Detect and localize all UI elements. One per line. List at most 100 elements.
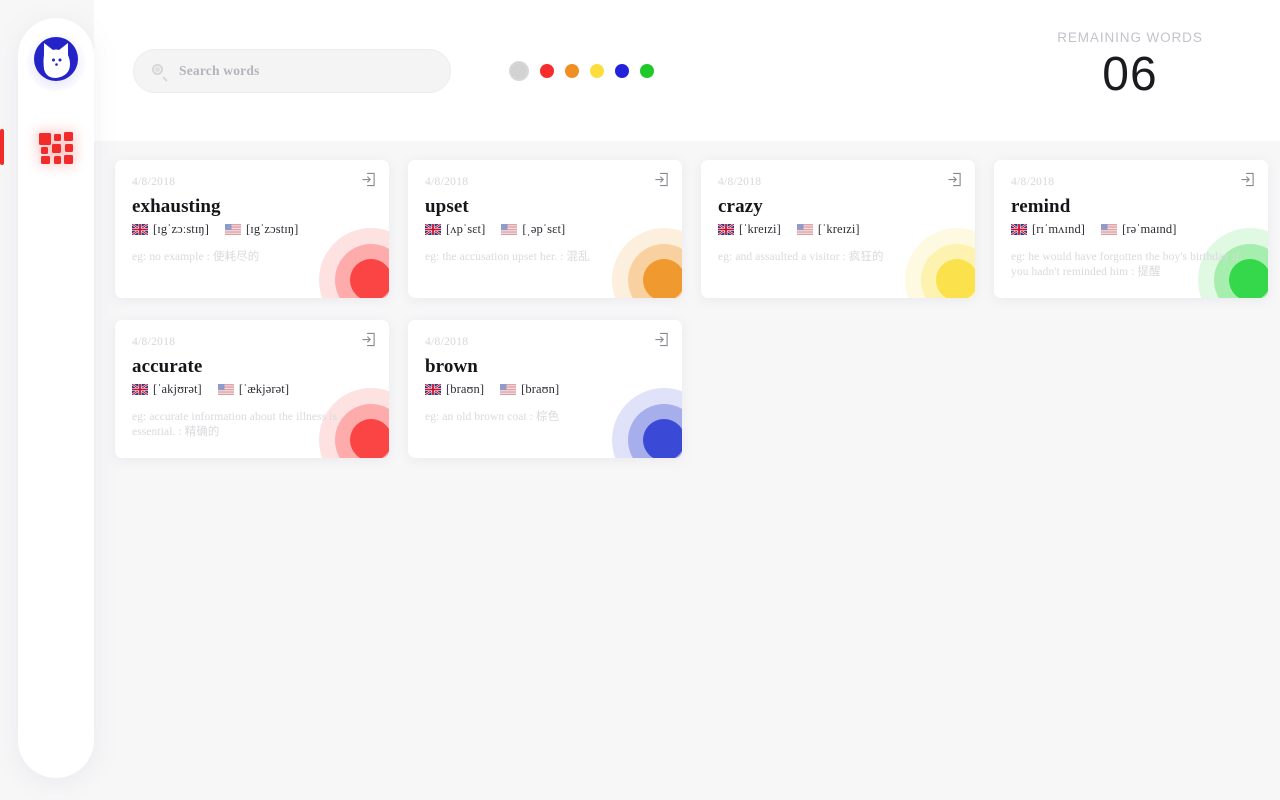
uk-phonetic-text: [ˈkreɪzi]: [739, 222, 781, 236]
us-flag-icon: [217, 384, 234, 395]
uk-flag-icon: [1011, 224, 1027, 235]
enter-arrow-icon[interactable]: [654, 332, 669, 347]
card-phonetics: [ʌpˈsɛt] [ˌəpˈsɛt]: [425, 222, 665, 237]
card-word: brown: [425, 356, 478, 377]
word-card-grid: 4/8/2018 exhausting [ɪgˈzɔːstɪŋ] [ɪgˈzɔstɪŋ…: [115, 160, 1280, 458]
card-phonetics: [rɪˈmʌɪnd] [rəˈmaɪnd]: [1011, 222, 1251, 237]
card-date: 4/8/2018: [425, 336, 469, 348]
uk-phonetic-text: [ɪgˈzɔːstɪŋ]: [153, 222, 209, 236]
color-filter-blue[interactable]: [615, 64, 629, 78]
color-filter-green[interactable]: [640, 64, 654, 78]
us-phonetic-text: [braʊn]: [521, 382, 560, 396]
card-phonetics: [ˈakjʊrət] [ˈækjərət]: [132, 382, 372, 397]
card-date: 4/8/2018: [425, 176, 469, 188]
remaining-words-label: REMAINING WORDS: [1057, 30, 1203, 45]
uk-pronunciation[interactable]: [ˈkreɪzi]: [718, 222, 781, 237]
app-logo[interactable]: [26, 31, 86, 91]
grid-dashboard-icon: [39, 131, 73, 164]
uk-flag-icon: [132, 384, 148, 395]
color-filter-orange[interactable]: [565, 64, 579, 78]
uk-flag-icon: [718, 224, 734, 235]
us-phonetic-text: [ɪgˈzɔstɪŋ]: [245, 222, 299, 236]
card-word: accurate: [132, 356, 203, 377]
header-bar: REMAINING WORDS 06: [94, 0, 1280, 141]
card-phonetics: [ɪgˈzɔːstɪŋ] [ɪgˈzɔstɪŋ]: [132, 222, 372, 237]
remaining-words-block: REMAINING WORDS 06: [1040, 30, 1220, 101]
enter-arrow-icon[interactable]: [361, 332, 376, 347]
uk-phonetic-text: [rɪˈmʌɪnd]: [1032, 222, 1086, 236]
color-filter-group: [509, 61, 654, 81]
card-word: exhausting: [132, 196, 221, 217]
us-phonetic-text: [rəˈmaɪnd]: [1122, 222, 1177, 236]
us-flag-icon: [796, 224, 813, 235]
us-flag-icon: [500, 384, 517, 395]
uk-pronunciation[interactable]: [ɪgˈzɔːstɪŋ]: [132, 222, 209, 237]
card-word: crazy: [718, 196, 763, 217]
card-example: eg: no example : 使耗尽的: [132, 251, 260, 263]
card-word: remind: [1011, 196, 1071, 217]
uk-phonetic-text: [ˈakjʊrət]: [153, 382, 202, 396]
uk-pronunciation[interactable]: [rɪˈmʌɪnd]: [1011, 222, 1085, 237]
card-open-button[interactable]: [361, 172, 376, 187]
cat-logo-icon: [34, 37, 78, 81]
us-phonetic-text: [ˌəpˈsɛt]: [522, 222, 566, 236]
color-filter-all[interactable]: [509, 61, 529, 81]
us-flag-icon: [224, 224, 241, 235]
uk-pronunciation[interactable]: [braʊn]: [425, 382, 484, 397]
search-icon: [152, 63, 168, 82]
card-open-button[interactable]: [654, 172, 669, 187]
card-phonetics: [braʊn] [braʊn]: [425, 382, 665, 397]
us-pronunciation[interactable]: [rəˈmaɪnd]: [1101, 222, 1176, 237]
enter-arrow-icon[interactable]: [654, 172, 669, 187]
uk-pronunciation[interactable]: [ˈakjʊrət]: [132, 382, 202, 397]
enter-arrow-icon[interactable]: [361, 172, 376, 187]
word-card[interactable]: 4/8/2018 exhausting [ɪgˈzɔːstɪŋ] [ɪgˈzɔstɪŋ…: [115, 160, 389, 298]
us-flag-icon: [501, 224, 518, 235]
card-open-button[interactable]: [654, 332, 669, 347]
card-example: eg: he would have forgotten the boy's bi…: [1011, 251, 1240, 278]
card-example: eg: the accusation upset her. : 混乱: [425, 251, 590, 263]
word-card[interactable]: 4/8/2018 upset [ʌpˈsɛt] [ˌəpˈsɛt] eg: the ac…: [408, 160, 682, 298]
card-date: 4/8/2018: [718, 176, 762, 188]
card-example: eg: accurate information about the illne…: [132, 411, 338, 438]
word-card[interactable]: 4/8/2018 accurate [ˈakjʊrət] [ˈækjərət] eg: …: [115, 320, 389, 458]
sidebar: [0, 18, 94, 778]
us-flag-icon: [1101, 224, 1118, 235]
active-indicator: [0, 129, 4, 165]
card-phonetics: [ˈkreɪzi] [ˈkreɪzi]: [718, 222, 958, 237]
us-phonetic-text: [ˈækjərət]: [238, 382, 290, 396]
us-pronunciation[interactable]: [ɪgˈzɔstɪŋ]: [224, 222, 299, 237]
uk-phonetic-text: [ʌpˈsɛt]: [446, 222, 486, 236]
color-filter-yellow[interactable]: [590, 64, 604, 78]
card-date: 4/8/2018: [132, 176, 176, 188]
uk-pronunciation[interactable]: [ʌpˈsɛt]: [425, 222, 485, 237]
uk-phonetic-text: [braʊn]: [446, 382, 485, 396]
us-phonetic-text: [ˈkreɪzi]: [817, 222, 860, 236]
uk-flag-icon: [425, 224, 441, 235]
us-pronunciation[interactable]: [braʊn]: [500, 382, 559, 397]
sidebar-nav: [0, 118, 94, 176]
uk-flag-icon: [132, 224, 148, 235]
word-card[interactable]: 4/8/2018 crazy [ˈkreɪzi] [ˈkreɪzi] eg: and a…: [701, 160, 975, 298]
card-word: upset: [425, 196, 469, 217]
remaining-words-count: 06: [1102, 48, 1158, 101]
card-example: eg: an old brown coat : 棕色: [425, 411, 560, 423]
enter-arrow-icon[interactable]: [1240, 172, 1255, 187]
us-pronunciation[interactable]: [ˈækjərət]: [217, 382, 290, 397]
color-filter-red[interactable]: [540, 64, 554, 78]
us-pronunciation[interactable]: [ˌəpˈsɛt]: [501, 222, 565, 237]
sidebar-item-dashboard[interactable]: [0, 118, 94, 176]
word-card[interactable]: 4/8/2018 brown [braʊn] [braʊn] eg: an old br…: [408, 320, 682, 458]
enter-arrow-icon[interactable]: [947, 172, 962, 187]
card-open-button[interactable]: [361, 332, 376, 347]
uk-flag-icon: [425, 384, 441, 395]
card-open-button[interactable]: [947, 172, 962, 187]
card-date: 4/8/2018: [132, 336, 176, 348]
search-input[interactable]: [179, 63, 450, 79]
search-box[interactable]: [133, 49, 451, 93]
card-example: eg: and assaulted a visitor : 疯狂的: [718, 251, 884, 263]
card-open-button[interactable]: [1240, 172, 1255, 187]
word-card[interactable]: 4/8/2018 remind [rɪˈmʌɪnd] [rəˈmaɪnd] eg: he…: [994, 160, 1268, 298]
us-pronunciation[interactable]: [ˈkreɪzi]: [796, 222, 860, 237]
main-content: 4/8/2018 exhausting [ɪgˈzɔːstɪŋ] [ɪgˈzɔstɪŋ…: [94, 141, 1280, 800]
